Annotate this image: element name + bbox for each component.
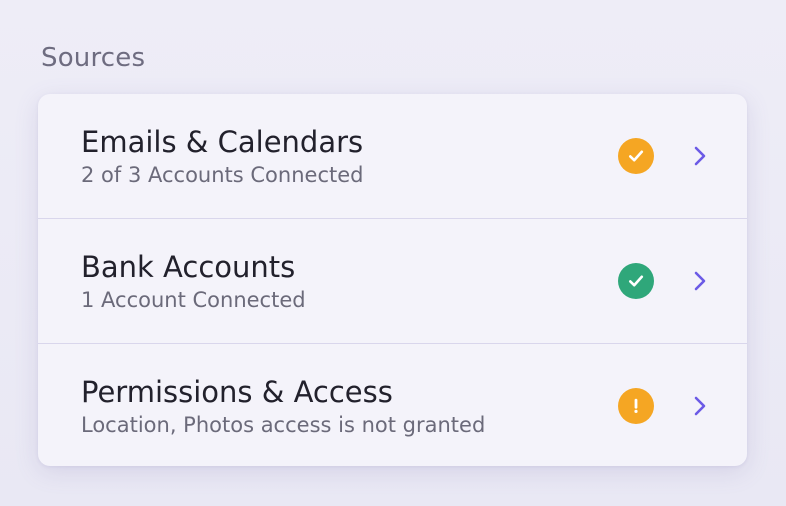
sources-screen: Sources Emails & Calendars 2 of 3 Accoun… [0, 0, 786, 506]
source-title: Bank Accounts [81, 250, 296, 284]
source-row-emails-calendars[interactable]: Emails & Calendars 2 of 3 Accounts Conne… [38, 94, 747, 218]
chevron-right-icon[interactable] [690, 269, 710, 293]
success-check-icon [618, 263, 654, 299]
chevron-right-icon[interactable] [690, 144, 710, 168]
source-subtitle: Location, Photos access is not granted [81, 413, 486, 437]
source-row-permissions-access[interactable]: Permissions & Access Location, Photos ac… [38, 343, 747, 466]
source-subtitle: 1 Account Connected [81, 288, 306, 312]
sources-card: Emails & Calendars 2 of 3 Accounts Conne… [38, 94, 747, 466]
source-row-bank-accounts[interactable]: Bank Accounts 1 Account Connected [38, 218, 747, 343]
warning-check-icon [618, 138, 654, 174]
warning-exclamation-icon [618, 388, 654, 424]
source-title: Emails & Calendars [81, 125, 364, 159]
source-subtitle: 2 of 3 Accounts Connected [81, 163, 364, 187]
source-title: Permissions & Access [81, 375, 393, 409]
section-title: Sources [41, 43, 146, 73]
chevron-right-icon[interactable] [690, 394, 710, 418]
